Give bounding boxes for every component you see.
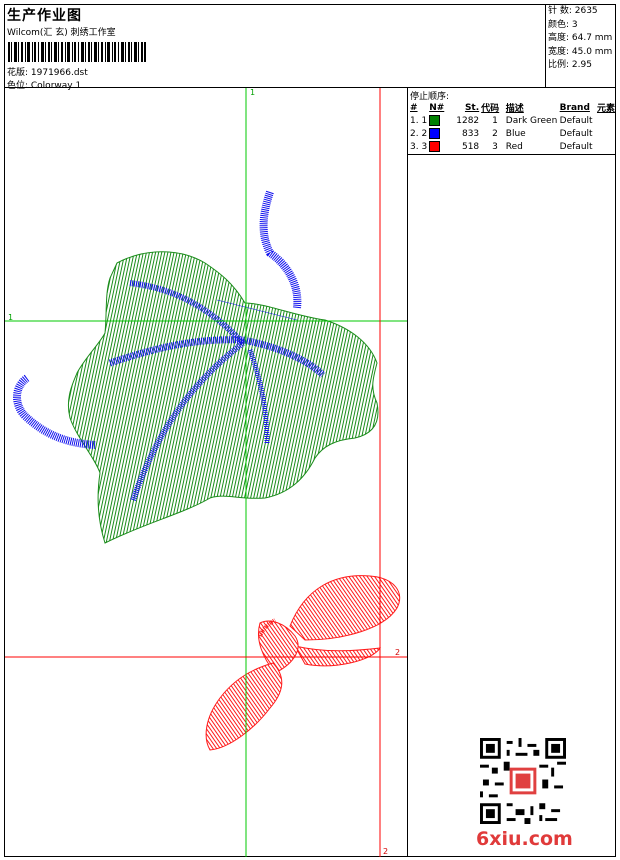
watermark-logo: 6xiu.com: [476, 828, 573, 850]
design-file: 花版: 1971966.dst: [7, 68, 88, 78]
header-panel: 生产作业图 Wilcom(汇 玄) 刺绣工作室 花版: 1971966.dst …: [5, 5, 546, 91]
row-brand: Default: [559, 141, 593, 152]
row-index: 2. 2: [410, 128, 428, 139]
row-swatch: [427, 127, 454, 140]
row-desc: Red: [505, 141, 523, 152]
barcode-icon: [8, 42, 146, 62]
table-header-row: # N# St. 代码 描述 Brand 元素: [408, 101, 615, 115]
stats-panel: 针 数: 2635 颜色: 3 高度: 64.7 mm 宽度: 45.0 mm …: [548, 5, 612, 73]
row-stitches: 518: [461, 141, 480, 152]
divider: [407, 88, 408, 857]
red-wing-lower-right: [294, 645, 381, 667]
table-row: 1. 1 1282 1 Dark Green Default: [408, 114, 615, 127]
color-swatch: [429, 141, 441, 152]
red-guide-label-bottom: 2: [383, 847, 389, 856]
row-index: 1. 1: [410, 115, 428, 126]
col-stitches: St.: [464, 102, 480, 113]
col-desc: 描述: [505, 104, 524, 114]
row-desc: Blue: [505, 128, 526, 139]
design-width: 宽度: 45.0 mm: [548, 46, 613, 57]
green-guide-label-left: 1: [8, 313, 14, 322]
color-count: 颜色: 3: [548, 19, 578, 30]
row-brand: Default: [559, 115, 593, 126]
color-swatch: [429, 115, 441, 126]
page-title: 生产作业图: [7, 8, 82, 24]
col-needle: N#: [429, 102, 445, 113]
green-guide-label-top: 1: [250, 88, 256, 97]
stop-sequence-panel: 停止顺序: # N# St. 代码 描述 Brand 元素 1. 1 1282 1 D…: [408, 88, 615, 153]
row-element: [595, 140, 615, 153]
color-swatch: [429, 128, 441, 139]
col-code: 代码: [481, 104, 500, 114]
row-stitches: 833: [461, 128, 480, 139]
row-element: [595, 114, 615, 127]
divider: [408, 154, 615, 155]
col-element: 元素: [596, 104, 615, 114]
row-desc: Dark Green: [505, 115, 558, 126]
table-row: 3. 3 518 3 Red Default: [408, 140, 615, 153]
qr-code-icon: [480, 738, 566, 824]
row-code: 3: [492, 141, 498, 152]
row-code: 2: [492, 128, 498, 139]
row-code: 1: [492, 115, 498, 126]
row-swatch: [427, 140, 454, 153]
stop-sequence-title: 停止顺序:: [410, 92, 450, 102]
blue-tendril-top: [259, 190, 302, 309]
row-element: [595, 127, 615, 140]
stop-sequence-table: # N# St. 代码 描述 Brand 元素 1. 1 1282 1 Dark Gr…: [408, 101, 615, 153]
row-swatch: [427, 114, 454, 127]
red-wing-upper: [289, 575, 401, 641]
divider: [545, 4, 546, 88]
embroidery-preview: [5, 88, 407, 857]
design-height: 高度: 64.7 mm: [548, 33, 613, 43]
col-brand: Brand: [559, 102, 590, 113]
design-scale: 比例: 2.95: [548, 60, 592, 70]
green-leaf-stitches: [67, 251, 379, 544]
stitch-count: 针 数: 2635: [548, 6, 598, 16]
table-row: 2. 2 833 2 Blue Default: [408, 127, 615, 140]
row-brand: Default: [559, 128, 593, 139]
red-guide-label-right: 2: [395, 648, 401, 657]
col-index: #: [410, 102, 418, 113]
red-wing-lower-left: [205, 662, 283, 751]
company-name: Wilcom(汇 玄) 刺绣工作室: [7, 28, 116, 38]
row-index: 3. 3: [410, 141, 428, 152]
row-stitches: 1282: [456, 115, 480, 126]
